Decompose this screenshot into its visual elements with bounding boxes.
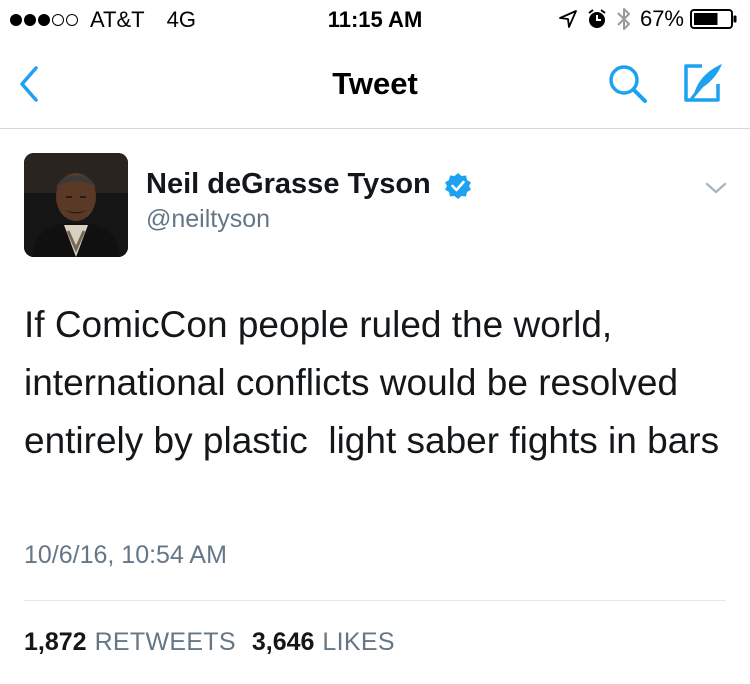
likes-label: LIKES: [322, 628, 395, 656]
nav-bar: Tweet: [0, 40, 750, 129]
location-arrow-icon: [558, 9, 578, 29]
status-bar: AT&T 4G 11:15 AM 67%: [0, 0, 750, 40]
tweet-stats: 1,872 RETWEETS 3,646 LIKES: [24, 628, 395, 657]
likes-stat[interactable]: 3,646 LIKES: [252, 628, 395, 657]
verified-badge-icon: [444, 172, 472, 200]
bluetooth-icon: [616, 6, 632, 32]
tweet-detail-screen: AT&T 4G 11:15 AM 67% Tweet Neil deGrasse…: [0, 0, 750, 684]
tweet-timestamp: 10/6/16, 10:54 AM: [24, 541, 227, 569]
alarm-icon: [586, 8, 608, 30]
search-button[interactable]: [604, 62, 654, 106]
avatar[interactable]: [24, 153, 128, 257]
status-right: 67%: [550, 6, 738, 32]
divider: [24, 600, 726, 601]
battery-icon: [690, 8, 738, 30]
battery-percent: 67%: [639, 6, 684, 31]
caret-down-icon: [705, 182, 727, 194]
likes-count: 3,646: [251, 628, 315, 656]
compose-button[interactable]: [680, 60, 730, 108]
tweet-text: If ComicCon people ruled the world, inte…: [24, 304, 720, 461]
author-handle[interactable]: @neiltyson: [146, 205, 270, 234]
author-name[interactable]: Neil deGrasse Tyson: [146, 168, 431, 201]
search-icon: [609, 65, 647, 103]
retweets-stat[interactable]: 1,872 RETWEETS: [24, 628, 236, 657]
retweets-label: RETWEETS: [94, 628, 236, 656]
retweets-count: 1,872: [24, 628, 87, 656]
compose-icon: [684, 64, 722, 102]
tweet-options-button[interactable]: [700, 176, 732, 200]
